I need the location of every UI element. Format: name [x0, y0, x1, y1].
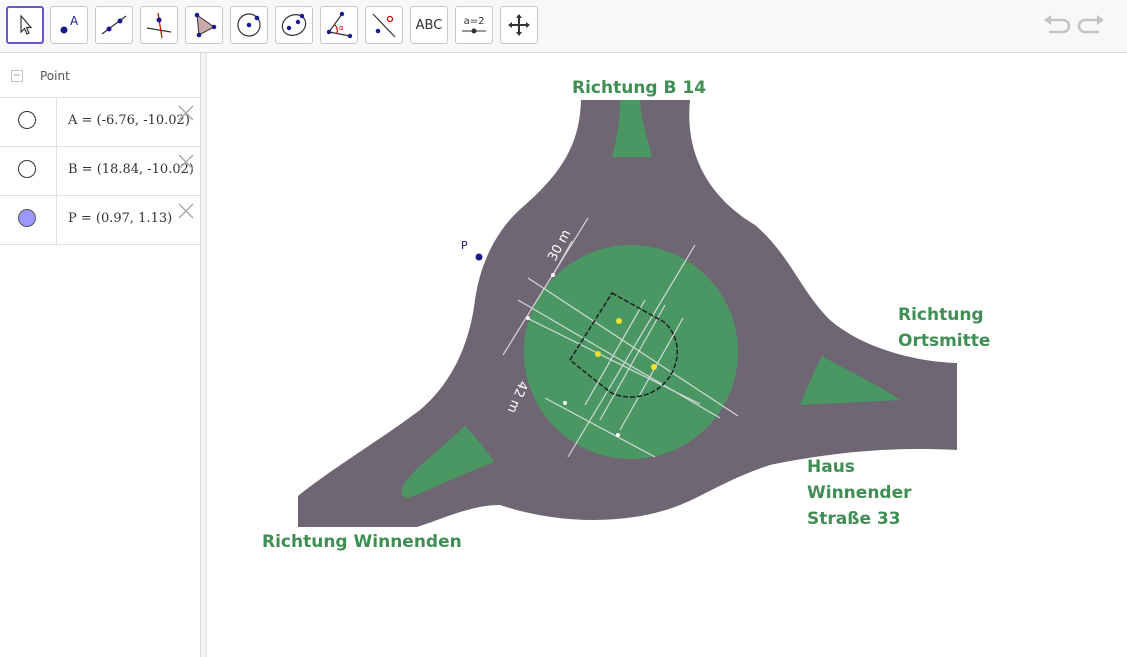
svg-text:α: α [339, 24, 344, 32]
algebra-row-a[interactable]: A = (-6.76, -10.02) [0, 98, 200, 147]
visibility-toggle-a[interactable] [18, 111, 36, 129]
visibility-toggle-b[interactable] [18, 160, 36, 178]
angle-tool-icon: α [326, 11, 353, 39]
delete-p-icon[interactable] [177, 202, 195, 220]
label-east-direction-line2: Ortsmitte [898, 331, 990, 351]
undo-icon [1044, 15, 1071, 34]
point-tool[interactable]: A [50, 6, 88, 44]
move-graphics-view-tool[interactable] [500, 6, 538, 44]
algebra-view: − Point A = (-6.76, -10.02) B = (18.84, … [0, 53, 200, 657]
algebra-row-p[interactable]: P = (0.97, 1.13) [0, 196, 200, 245]
redo-button[interactable] [1076, 12, 1108, 40]
point-tool-icon: A [60, 14, 79, 34]
delete-a-icon[interactable] [177, 104, 195, 122]
algebra-group-label: Point [40, 69, 70, 83]
polygon-tool[interactable] [185, 6, 223, 44]
label-north-direction: Richtung B 14 [572, 78, 706, 98]
line-tool-icon [101, 15, 127, 35]
ellipse-tool-icon [281, 13, 307, 36]
algebra-group-header[interactable]: − Point [0, 53, 200, 98]
move-tool[interactable] [6, 6, 44, 44]
move-tool-icon [20, 14, 33, 35]
line-tool[interactable] [95, 6, 133, 44]
view-divider[interactable] [200, 53, 207, 657]
roundabout-map-image: 30 m 42 m Richtung B 14 Richtung Ortsmit… [262, 78, 990, 552]
visibility-toggle-cell [0, 196, 57, 244]
algebra-row-b[interactable]: B = (18.84, -10.02) [0, 147, 200, 196]
visibility-toggle-p[interactable] [18, 209, 36, 227]
polygon-tool-icon [194, 12, 217, 38]
label-house-line2: Winnender [807, 483, 912, 503]
angle-tool[interactable]: α [320, 6, 358, 44]
visibility-toggle-cell [0, 147, 57, 195]
label-west-direction: Richtung Winnenden [262, 532, 462, 552]
text-tool[interactable]: ABC [410, 6, 448, 44]
undo-button[interactable] [1040, 12, 1072, 40]
label-east-direction-line1: Richtung [898, 305, 984, 325]
delete-b-icon[interactable] [177, 153, 195, 171]
circle-tool[interactable] [230, 6, 268, 44]
text-tool-label: ABC [415, 17, 443, 33]
point-p-label: P [461, 239, 468, 252]
toolbar: A α ABC a=2 [0, 0, 1127, 53]
visibility-toggle-cell [0, 98, 57, 146]
ellipse-tool[interactable] [275, 6, 313, 44]
circle-center-point-tool-icon [237, 13, 261, 37]
perpendicular-line-tool[interactable] [140, 6, 178, 44]
redo-icon [1077, 15, 1104, 34]
reflect-tool-icon [372, 13, 396, 38]
perpendicular-line-tool-icon [146, 12, 172, 39]
point-p[interactable] [475, 253, 483, 261]
collapse-group-button[interactable]: − [11, 70, 23, 82]
algebra-row-text-b[interactable]: B = (18.84, -10.02) [68, 162, 194, 177]
label-house-line1: Haus [807, 457, 855, 477]
reflect-tool[interactable] [365, 6, 403, 44]
slider-tool[interactable]: a=2 [455, 6, 493, 44]
slider-tool-label: a=2 [463, 15, 485, 27]
svg-text:A: A [70, 14, 79, 28]
graphics-view[interactable]: 30 m 42 m Richtung B 14 Richtung Ortsmit… [208, 53, 1127, 657]
algebra-row-text-a[interactable]: A = (-6.76, -10.02) [68, 113, 190, 128]
algebra-row-text-p[interactable]: P = (0.97, 1.13) [68, 211, 172, 226]
move-graphics-view-tool-icon [508, 14, 530, 36]
label-house-line3: Straße 33 [807, 509, 901, 529]
slider-tool-icon: a=2 [460, 16, 488, 35]
